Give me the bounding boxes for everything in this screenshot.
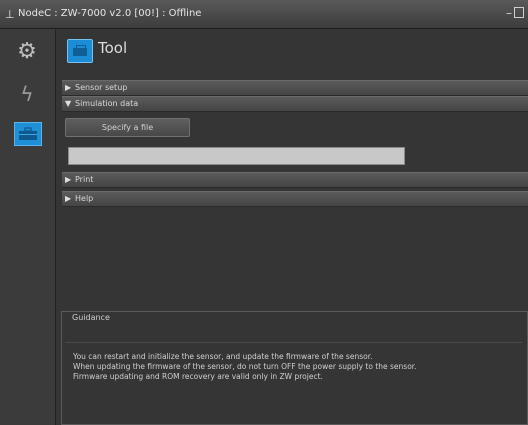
guidance-line: Firmware updating and ROM recovery are v… <box>73 372 323 381</box>
toolbox-icon <box>67 39 93 63</box>
guidance-panel: Guidance You can restart and initialize … <box>61 311 528 425</box>
section-label: Print <box>75 175 94 184</box>
lightning-icon: ϟ <box>20 82 34 106</box>
guidance-line: When updating the firmware of the sensor… <box>73 362 417 371</box>
section-label: Simulation data <box>75 99 139 108</box>
expand-arrow-icon: ▶ <box>65 194 72 203</box>
section-label: Help <box>75 194 94 203</box>
panel-header: Tool <box>56 29 528 75</box>
expand-arrow-icon: ▶ <box>65 175 72 184</box>
power-rail-button[interactable]: ϟ <box>11 78 43 110</box>
section-help[interactable]: ▶ Help <box>62 191 528 207</box>
specify-file-button[interactable]: Specify a file <box>65 118 190 137</box>
toolbox-icon <box>19 127 37 140</box>
section-sensor-setup[interactable]: ▶ Sensor setup <box>62 80 528 96</box>
section-simulation-data[interactable]: ▼ Simulation data <box>62 96 528 112</box>
settings-rail-button[interactable]: ⚙ <box>11 36 43 68</box>
gear-icon: ⚙ <box>17 39 37 64</box>
page-title: Tool <box>98 39 128 57</box>
minimize-button[interactable]: – <box>506 6 512 20</box>
window-title: NodeC : ZW-7000 v2.0 [00!] : Offline <box>18 8 202 19</box>
title-bar: ⊥ NodeC : ZW-7000 v2.0 [00!] : Offline – <box>0 0 528 29</box>
application-window: ⊥ NodeC : ZW-7000 v2.0 [00!] : Offline –… <box>0 0 528 425</box>
guidance-line: You can restart and initialize the senso… <box>73 352 373 361</box>
section-label: Sensor setup <box>75 83 128 92</box>
left-rail: ⚙ ϟ <box>0 29 56 425</box>
tool-rail-button[interactable] <box>14 122 42 146</box>
collapse-arrow-icon: ▼ <box>65 99 72 108</box>
maximize-button[interactable] <box>514 7 524 18</box>
section-print[interactable]: ▶ Print <box>62 172 528 188</box>
expand-arrow-icon: ▶ <box>65 83 72 92</box>
main-panel: Tool ▶ Sensor setup ▼ Simulation data Sp… <box>56 29 528 425</box>
app-icon: ⊥ <box>5 8 15 21</box>
file-path-field[interactable] <box>68 147 405 165</box>
guidance-title: Guidance <box>72 313 110 322</box>
